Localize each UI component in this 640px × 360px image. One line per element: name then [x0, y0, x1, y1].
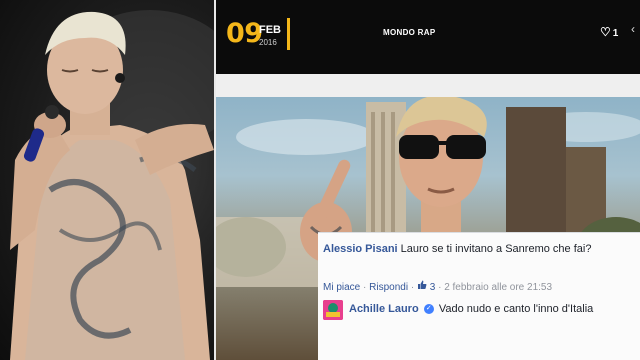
category-link[interactable]: MONDO RAP [383, 28, 435, 37]
thumbs-up-icon [417, 280, 430, 293]
reaction-count[interactable]: 3 [430, 282, 436, 293]
date-month: FEB [259, 24, 281, 36]
performer-illustration [10, 10, 214, 360]
date-year: 2016 [259, 38, 277, 47]
comment-text: Lauro se ti invitano a Sanremo che fai? [400, 243, 592, 255]
date-day: 09 [226, 18, 263, 49]
article-panel: 09 FEB 2016 MONDO RAP ♡ 1 ‹ Alessio Pisa… [216, 0, 640, 360]
heart-icon: ♡ [600, 25, 611, 39]
comment-text: Vado nudo e canto l'inno d'Italia [438, 303, 594, 315]
performer-photo [0, 0, 214, 360]
facebook-comments-card: Alessio Pisani Lauro se ti invitano a Sa… [318, 232, 640, 360]
comment-author-link[interactable]: Achille Lauro [349, 303, 419, 315]
comment-2: Achille Lauro ✓ Vado nudo e canto l'inno… [349, 301, 634, 318]
reply-link[interactable]: Rispondi [369, 282, 408, 293]
article-header-bar: 09 FEB 2016 MONDO RAP ♡ 1 ‹ [216, 0, 640, 74]
like-counter[interactable]: ♡ 1 [600, 25, 618, 39]
like-link[interactable]: Mi piace [323, 282, 360, 293]
comment-timestamp[interactable]: 2 febbraio alle ore 21:53 [444, 282, 552, 293]
like-count: 1 [612, 28, 619, 39]
avatar[interactable] [323, 300, 343, 320]
accent-divider [287, 18, 290, 50]
comment-1: Alessio Pisani Lauro se ti invitano a Sa… [323, 240, 633, 258]
share-icon[interactable]: ‹ [631, 22, 635, 36]
verified-badge-icon: ✓ [423, 304, 434, 315]
comment-author-link[interactable]: Alessio Pisani [323, 243, 398, 255]
comment-actions: Mi piace · Rispondi · 3 · 2 febbraio all… [323, 280, 553, 293]
